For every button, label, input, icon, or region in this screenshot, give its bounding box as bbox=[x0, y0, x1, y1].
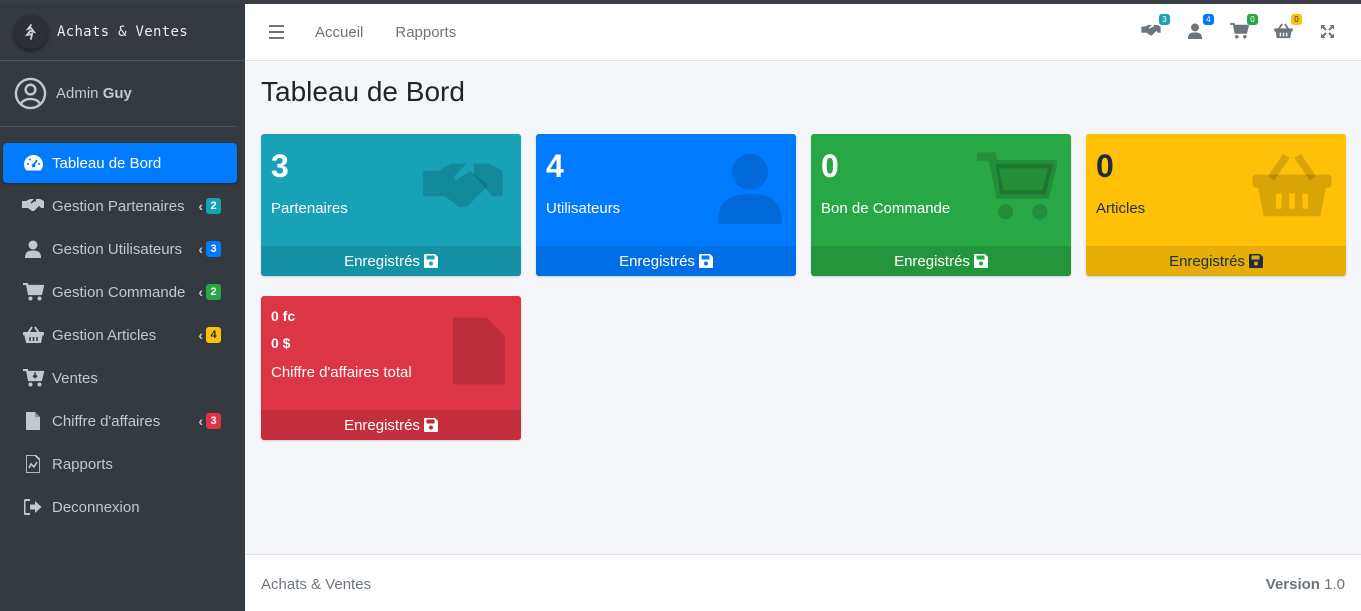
stat-value: 0 bbox=[1096, 148, 1114, 184]
save-icon bbox=[423, 254, 438, 268]
stat-footer-link[interactable]: Enregistrés bbox=[811, 246, 1071, 276]
navbar-partners-button[interactable]: 3 bbox=[1139, 14, 1170, 43]
stat-box-utilisateurs: 4 Utilisateurs Enregistrés bbox=[536, 134, 796, 276]
sidebar-item-utilisateurs[interactable]: Gestion Utilisateurs ‹ 3 bbox=[3, 229, 237, 269]
user-name: Admin Guy bbox=[56, 85, 132, 102]
handshake-icon bbox=[423, 163, 503, 208]
logout-icon bbox=[22, 497, 44, 517]
sidebar-item-rapports[interactable]: Rapports bbox=[3, 444, 237, 484]
sidebar-item-label: Ventes bbox=[52, 369, 98, 387]
save-icon bbox=[973, 254, 988, 268]
stat-value: 3 bbox=[271, 148, 289, 184]
count-badge: 3 bbox=[206, 241, 221, 257]
sidebar-item-dashboard[interactable]: Tableau de Bord bbox=[3, 143, 237, 183]
sidebar-item-label: Rapports bbox=[52, 455, 113, 473]
users-icon bbox=[1187, 23, 1203, 39]
stat-label: Bon de Commande bbox=[821, 200, 951, 217]
stat-label: Articles bbox=[1096, 200, 1146, 217]
notification-badge: 0 bbox=[1291, 14, 1302, 25]
sidebar-item-chiffre-affaires[interactable]: Chiffre d'affaires ‹ 3 bbox=[3, 401, 237, 441]
user-icon bbox=[718, 154, 782, 224]
sidebar-item-ventes[interactable]: Ventes bbox=[3, 358, 237, 398]
expand-icon bbox=[1320, 24, 1334, 38]
cart-arrow-icon bbox=[22, 368, 44, 388]
save-icon bbox=[1248, 254, 1263, 268]
sidebar-nav: Tableau de Bord Gestion Partenaires ‹ 2 G… bbox=[0, 127, 245, 527]
cart-icon bbox=[22, 282, 44, 302]
cart-icon bbox=[977, 152, 1057, 220]
count-badge: 4 bbox=[206, 327, 221, 343]
stat-box-articles: 0 Articles Enregistrés bbox=[1086, 134, 1346, 276]
sidebar-item-label: Gestion Commande bbox=[52, 283, 186, 301]
stat-footer-link[interactable]: Enregistrés bbox=[261, 246, 521, 276]
basket-icon bbox=[22, 325, 44, 345]
sidebar-item-label: Gestion Utilisateurs bbox=[52, 240, 183, 258]
user-panel[interactable]: Admin Guy bbox=[0, 61, 237, 127]
file-chart-icon bbox=[22, 454, 44, 474]
basket-icon bbox=[1273, 23, 1293, 39]
sidebar-item-label: Gestion Partenaires bbox=[52, 197, 185, 215]
stat-footer-link[interactable]: Enregistrés bbox=[1086, 246, 1346, 276]
brand-link[interactable]: Achats & Ventes bbox=[0, 4, 245, 61]
brand-title: Achats & Ventes bbox=[57, 24, 188, 40]
user-circle-icon bbox=[14, 77, 47, 110]
stat-value: 0 bbox=[821, 148, 839, 184]
notification-badge: 4 bbox=[1203, 14, 1214, 25]
footer-version: Version 1.0 bbox=[1265, 576, 1345, 593]
stat-box-partenaires: 3 Partenaires Enregistrés bbox=[261, 134, 521, 276]
stat-footer-link[interactable]: Enregistrés bbox=[261, 410, 521, 440]
handshake-icon bbox=[1141, 24, 1161, 36]
stat-box-commande: 0 Bon de Commande Enregistrés bbox=[811, 134, 1071, 276]
sidebar-item-articles[interactable]: Gestion Articles ‹ 4 bbox=[3, 315, 237, 355]
stat-label: Partenaires bbox=[271, 200, 348, 217]
handshake-icon bbox=[22, 196, 44, 216]
revenue-usd: 0 $ bbox=[271, 335, 291, 351]
user-icon bbox=[22, 239, 44, 259]
sidebar-item-commande[interactable]: Gestion Commande ‹ 2 bbox=[3, 272, 237, 312]
chevron-left-icon: ‹ bbox=[198, 198, 203, 214]
notification-badge: 3 bbox=[1159, 14, 1170, 25]
cart-icon bbox=[1229, 23, 1249, 39]
sidebar-item-label: Deconnexion bbox=[52, 498, 140, 516]
notification-badge: 0 bbox=[1247, 14, 1258, 25]
file-icon bbox=[22, 411, 44, 431]
stat-label: Utilisateurs bbox=[546, 200, 621, 217]
dashboard-icon bbox=[22, 153, 44, 173]
sidebar-item-label: Chiffre d'affaires bbox=[52, 412, 161, 430]
count-badge: 2 bbox=[206, 284, 221, 300]
sidebar-item-partenaires[interactable]: Gestion Partenaires ‹ 2 bbox=[3, 186, 237, 226]
page-title: Tableau de Bord bbox=[261, 76, 465, 107]
revenue-fc: 0 fc bbox=[271, 308, 296, 324]
stat-label: Chiffre d'affaires total bbox=[271, 364, 412, 381]
chevron-left-icon: ‹ bbox=[198, 284, 203, 300]
navbar-icons: 3 4 0 0 bbox=[1119, 14, 1339, 43]
navbar-users-button[interactable]: 4 bbox=[1183, 14, 1214, 43]
fullscreen-button[interactable] bbox=[1315, 19, 1339, 43]
sidebar-item-label: Tableau de Bord bbox=[52, 154, 162, 172]
footer-app-name: Achats & Ventes bbox=[261, 576, 372, 593]
save-icon bbox=[698, 254, 713, 268]
nav-link-rapports[interactable]: Rapports bbox=[395, 24, 456, 41]
stat-footer-link[interactable]: Enregistrés bbox=[536, 246, 796, 276]
sidebar: Achats & Ventes Admin Guy Tableau de Bor… bbox=[0, 4, 245, 611]
chevron-left-icon: ‹ bbox=[198, 413, 203, 429]
main-footer: Achats & Ventes Version 1.0 bbox=[245, 554, 1361, 611]
navbar-basket-button[interactable]: 0 bbox=[1271, 14, 1302, 43]
basket-icon bbox=[1252, 153, 1332, 217]
brand-logo-icon bbox=[14, 15, 48, 49]
count-badge: 2 bbox=[206, 198, 221, 214]
sidebar-item-deconnexion[interactable]: Deconnexion bbox=[3, 487, 237, 527]
stat-value: 4 bbox=[546, 148, 564, 184]
save-icon bbox=[423, 418, 438, 432]
top-navbar: Accueil Rapports 3 4 0 0 bbox=[245, 4, 1361, 61]
stat-box-chiffre-affaires: 0 fc 0 $ Chiffre d'affaires total Enregi… bbox=[261, 296, 521, 440]
chevron-left-icon: ‹ bbox=[198, 327, 203, 343]
menu-toggle-icon[interactable] bbox=[269, 25, 284, 39]
sidebar-item-label: Gestion Articles bbox=[52, 326, 157, 344]
nav-link-accueil[interactable]: Accueil bbox=[315, 24, 363, 41]
count-badge: 3 bbox=[206, 413, 221, 429]
navbar-cart-button[interactable]: 0 bbox=[1227, 14, 1258, 43]
file-icon bbox=[453, 317, 505, 385]
chevron-left-icon: ‹ bbox=[198, 241, 203, 257]
